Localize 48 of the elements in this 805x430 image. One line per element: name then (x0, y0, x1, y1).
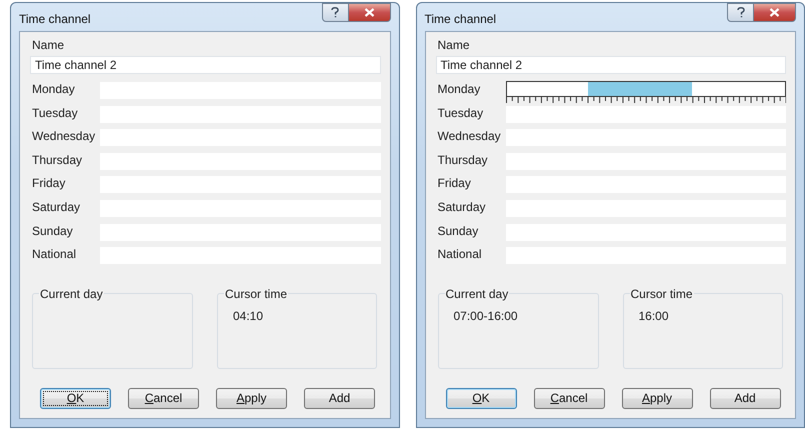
day-label: Tuesday (32, 104, 79, 121)
day-label: Monday (32, 81, 76, 97)
window-title: Time channel (424, 12, 498, 26)
day-label: Saturday (32, 198, 82, 215)
day-label: Wednesday (32, 128, 96, 144)
day-label: Monday (438, 81, 482, 97)
day-label: National (32, 246, 78, 262)
group-title: Current day (39, 286, 104, 301)
selected-hour-slot[interactable] (680, 82, 692, 96)
group-title: Current day (444, 286, 510, 301)
help-button[interactable] (322, 3, 348, 22)
name-label: Name (438, 38, 471, 53)
close-button[interactable] (754, 3, 796, 22)
day-label: National (438, 246, 483, 262)
help-icon (736, 7, 744, 18)
close-icon (769, 8, 780, 17)
day-label: Saturday (438, 198, 487, 215)
name-field[interactable]: Time channel 2 (30, 56, 380, 74)
day-label: Sunday (438, 222, 480, 239)
group-value: 16:00 (638, 308, 669, 323)
day-label: Thursday (438, 152, 489, 168)
day-label: Thursday (32, 152, 84, 168)
name-field[interactable]: Time channel 2 (436, 56, 786, 74)
day-label: Wednesday (438, 128, 502, 144)
dialog-button[interactable]: OK (446, 388, 516, 409)
group-title: Cursor time (224, 286, 288, 301)
day-label: Sunday (32, 222, 74, 239)
day-label: Friday (438, 175, 472, 192)
dialog-button[interactable]: Apply (622, 388, 692, 409)
group-value: 07:00-16:00 (452, 308, 518, 323)
dialog-button[interactable]: Apply (216, 388, 287, 409)
dialog-button[interactable]: Add (304, 388, 375, 409)
dialog-button[interactable]: Cancel (534, 388, 604, 409)
name-label: Name (32, 38, 66, 53)
dialog-button[interactable]: OK (40, 388, 111, 409)
close-icon (364, 8, 374, 17)
window-title: Time channel (19, 12, 92, 26)
close-button[interactable] (348, 3, 390, 22)
dialog-button[interactable]: Cancel (128, 388, 199, 409)
timeline-track[interactable] (506, 81, 786, 97)
day-label: Friday (32, 175, 66, 192)
dialog-button[interactable]: Add (710, 388, 780, 409)
selected-hour-slot[interactable] (588, 82, 600, 96)
help-button[interactable] (727, 3, 754, 22)
help-icon (331, 7, 339, 18)
group-value: 04:10 (232, 308, 264, 323)
day-label: Tuesday (438, 104, 484, 121)
group-title: Cursor time (630, 286, 694, 301)
